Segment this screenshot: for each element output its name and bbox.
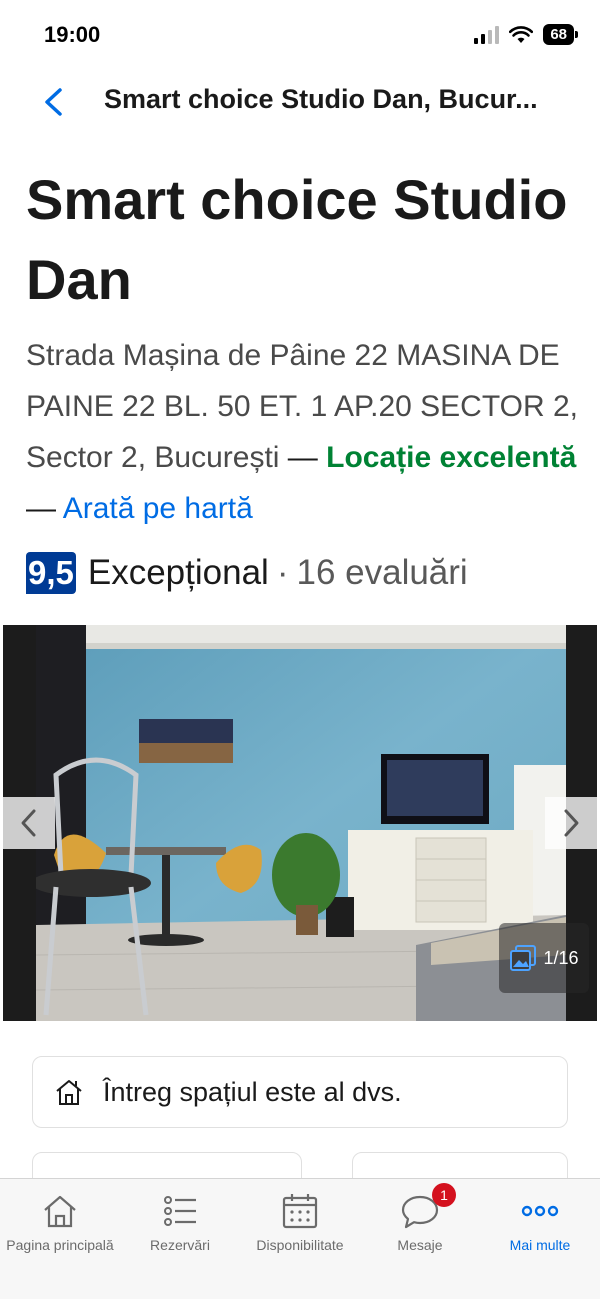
tab-availability[interactable]: Disponibilitate <box>240 1189 360 1269</box>
rating-row[interactable]: 9,5 Excepțional · 16 evaluări <box>26 550 468 596</box>
rating-word: Excepțional <box>87 553 269 592</box>
home-icon <box>44 1195 76 1228</box>
header-title: Smart choice Studio Dan, Bucur... <box>104 84 538 114</box>
chevron-left-icon <box>45 88 62 116</box>
tab-more[interactable]: Mai multe <box>480 1189 600 1269</box>
show-on-map-link[interactable]: Arată pe hartă <box>63 492 253 525</box>
battery-icon: 68 <box>543 24 578 45</box>
gallery-next-button[interactable] <box>545 797 597 849</box>
signal-icon <box>474 25 500 44</box>
photo-counter-text: 1/16 <box>543 947 579 968</box>
gallery-prev-button[interactable] <box>3 797 55 849</box>
calendar-icon <box>282 1194 318 1229</box>
tab-label: Mai multe <box>509 1237 571 1253</box>
separator-dash: — <box>26 492 56 525</box>
entire-place-card: Întreg spațiul este al dvs. <box>32 1056 568 1128</box>
photos-icon <box>510 945 537 971</box>
chevron-left-icon <box>21 809 36 837</box>
message-badge: 1 <box>432 1183 456 1207</box>
tab-label: Mesaje <box>397 1237 443 1253</box>
location-rating: Locație excelentă <box>326 441 577 474</box>
tab-home[interactable]: Pagina principală <box>0 1189 120 1269</box>
photo-counter[interactable]: 1/16 <box>499 923 589 993</box>
tab-messages[interactable]: 1 Mesaje <box>360 1183 480 1269</box>
back-button[interactable] <box>34 82 74 122</box>
status-bar: 19:00 68 <box>0 0 600 70</box>
photo-gallery[interactable]: 1/16 <box>3 625 597 1021</box>
entire-place-text: Întreg spațiul este al dvs. <box>103 1076 402 1107</box>
list-icon <box>164 1196 196 1226</box>
more-icon <box>521 1205 559 1217</box>
separator-dash: — <box>287 441 318 474</box>
tab-label: Rezervări <box>150 1237 210 1253</box>
review-count: 16 evaluări <box>296 553 468 592</box>
tab-bar: Pagina principală Rezervări Disponibilit… <box>0 1178 600 1299</box>
status-icons: 68 <box>474 24 578 45</box>
nav-header: Smart choice Studio Dan, Bucur... <box>0 70 600 134</box>
status-time: 19:00 <box>44 22 101 47</box>
address-block: Strada Mașina de Pâine 22 MASINA DE PAIN… <box>26 330 586 534</box>
chevron-right-icon <box>564 809 579 837</box>
house-icon <box>56 1080 82 1105</box>
tab-bookings[interactable]: Rezervări <box>120 1189 240 1269</box>
tab-label: Pagina principală <box>6 1237 114 1253</box>
property-name: Smart choice Studio Dan <box>26 168 568 311</box>
wifi-icon <box>509 25 534 43</box>
rating-separator: · <box>276 553 289 592</box>
property-photo <box>36 625 566 1021</box>
tab-label: Disponibilitate <box>256 1237 344 1253</box>
score-badge: 9,5 <box>26 552 76 594</box>
